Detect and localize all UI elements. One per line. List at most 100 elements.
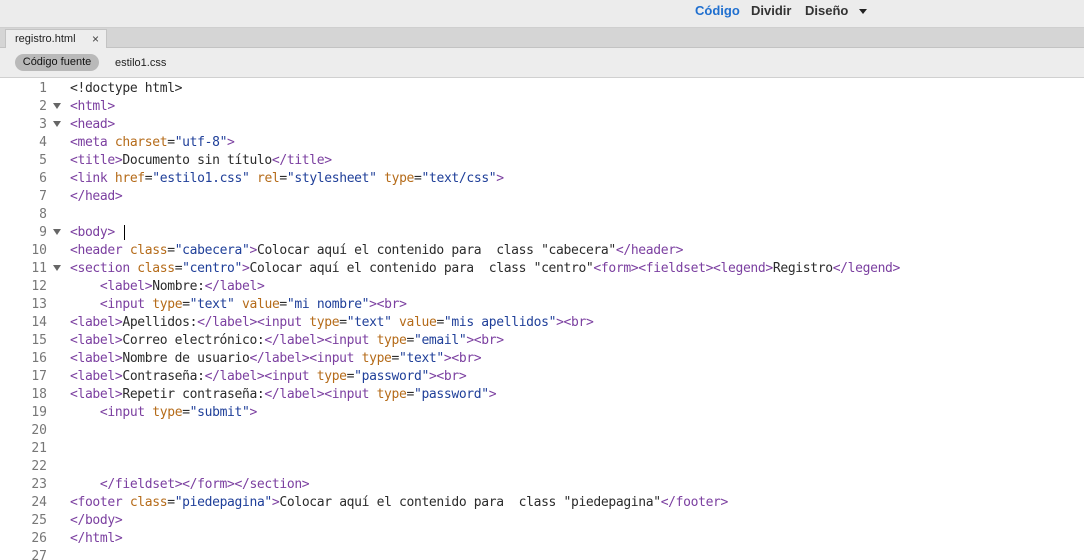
code-token: "text/css" bbox=[421, 171, 497, 186]
fold-toggle-icon[interactable] bbox=[53, 103, 61, 109]
code-line[interactable]: 3 <head> bbox=[0, 116, 1084, 134]
code-line[interactable]: 13 <input type="text" value="mi nombre">… bbox=[0, 296, 1084, 314]
view-toolbar: Código Dividir Diseño bbox=[0, 0, 1084, 28]
code-line[interactable]: 21 bbox=[0, 440, 1084, 458]
tab-registro-html[interactable]: registro.html × bbox=[5, 29, 107, 48]
code-token: = bbox=[182, 297, 190, 312]
code-token: "mis apellidos" bbox=[443, 315, 557, 330]
code-editor[interactable]: 1 <!doctype html> 2 <html> 3 <head> 4 <meta cha… bbox=[0, 80, 1084, 560]
code-token: "text" bbox=[399, 351, 444, 366]
code-line[interactable]: 19 <input type="submit"> bbox=[0, 404, 1084, 422]
code-line[interactable]: 18 <label>Repetir contraseña:</label><inp… bbox=[0, 386, 1084, 404]
code-line[interactable]: 23 </fieldset></form></section> bbox=[0, 476, 1084, 494]
line-number: 27 bbox=[31, 549, 47, 560]
code-token: </label><input bbox=[249, 351, 362, 366]
fold-toggle-icon[interactable] bbox=[53, 229, 61, 235]
code-token: = bbox=[339, 315, 347, 330]
code-token: = bbox=[167, 243, 175, 258]
code-token: <link bbox=[70, 171, 115, 186]
line-number: 23 bbox=[31, 477, 47, 492]
code-text: <section class="centro">Colocar aquí el … bbox=[70, 260, 900, 278]
code-line[interactable]: 25 </body> bbox=[0, 512, 1084, 530]
code-text: <head> bbox=[70, 116, 115, 134]
code-token: Colocar aquí el contenido para class "ce… bbox=[249, 261, 594, 276]
line-number: 6 bbox=[39, 171, 47, 186]
related-files-bar: Código fuente estilo1.css bbox=[0, 48, 1084, 78]
code-token: <meta bbox=[70, 135, 115, 150]
code-token: type bbox=[361, 351, 392, 366]
code-line[interactable]: 27 bbox=[0, 548, 1084, 560]
code-token: Nombre: bbox=[152, 279, 205, 294]
line-number: 11 bbox=[31, 261, 47, 276]
code-token: "password" bbox=[354, 369, 429, 384]
code-token: = bbox=[167, 135, 175, 150]
code-token: href bbox=[114, 171, 145, 186]
code-token: <label> bbox=[70, 369, 123, 384]
code-token: </label><input bbox=[204, 369, 317, 384]
code-line[interactable]: 8 bbox=[0, 206, 1084, 224]
split-view-button[interactable]: Dividir bbox=[751, 3, 791, 18]
line-number: 22 bbox=[31, 459, 47, 474]
code-token: Apellidos: bbox=[122, 315, 198, 330]
code-token: > bbox=[249, 405, 258, 420]
code-token: <label> bbox=[70, 351, 123, 366]
line-number: 4 bbox=[39, 135, 47, 150]
code-token: "text" bbox=[189, 297, 235, 312]
line-number: 8 bbox=[39, 207, 47, 222]
code-token: "centro" bbox=[182, 261, 242, 276]
fold-toggle-icon[interactable] bbox=[53, 265, 61, 271]
code-line[interactable]: 12 <label>Nombre:</label> bbox=[0, 278, 1084, 296]
line-number: 1 bbox=[39, 81, 47, 96]
code-token: </html> bbox=[70, 531, 123, 546]
code-line[interactable]: 7 </head> bbox=[0, 188, 1084, 206]
related-file-estilo1-css[interactable]: estilo1.css bbox=[115, 57, 166, 69]
code-line[interactable]: 4 <meta charset="utf-8"> bbox=[0, 134, 1084, 152]
code-token: type bbox=[316, 369, 347, 384]
design-view-button[interactable]: Diseño bbox=[805, 3, 848, 18]
code-token: <header bbox=[70, 243, 130, 258]
code-token: Colocar aquí el contenido para class "pi… bbox=[279, 495, 661, 510]
code-line[interactable]: 14 <label>Apellidos:</label><input type="… bbox=[0, 314, 1084, 332]
line-number: 17 bbox=[31, 369, 47, 384]
code-token: Contraseña: bbox=[122, 369, 205, 384]
code-text: <input type="submit"> bbox=[70, 404, 257, 422]
code-line[interactable]: 15 <label>Correo electrónico:</label><inp… bbox=[0, 332, 1084, 350]
code-token: type bbox=[384, 171, 415, 186]
code-text: <html> bbox=[70, 98, 115, 116]
fold-toggle-icon[interactable] bbox=[53, 121, 61, 127]
code-token: </legend> bbox=[832, 261, 901, 276]
code-line[interactable]: 6 <link href="estilo1.css" rel="styleshee… bbox=[0, 170, 1084, 188]
code-token: <!doctype html> bbox=[70, 81, 183, 96]
line-number: 15 bbox=[31, 333, 47, 348]
code-token: "piedepagina" bbox=[174, 495, 273, 510]
code-line[interactable]: 1 <!doctype html> bbox=[0, 80, 1084, 98]
code-token: "cabecera" bbox=[174, 243, 250, 258]
code-token: charset bbox=[114, 135, 168, 150]
code-token: "text" bbox=[346, 315, 392, 330]
code-line[interactable]: 5 <title>Documento sin título</title> bbox=[0, 152, 1084, 170]
code-line[interactable]: 2 <html> bbox=[0, 98, 1084, 116]
code-text: </html> bbox=[70, 530, 123, 548]
code-line[interactable]: 16 <label>Nombre de usuario</label><input… bbox=[0, 350, 1084, 368]
code-line[interactable]: 20 bbox=[0, 422, 1084, 440]
close-icon[interactable]: × bbox=[92, 32, 99, 46]
code-line[interactable]: 24 <footer class="piedepagina">Colocar aq… bbox=[0, 494, 1084, 512]
code-line[interactable]: 11 <section class="centro">Colocar aquí e… bbox=[0, 260, 1084, 278]
code-line[interactable]: 17 <label>Contraseña:</label><input type=… bbox=[0, 368, 1084, 386]
code-token: Repetir contraseña: bbox=[122, 387, 265, 402]
code-token: = bbox=[182, 405, 190, 420]
code-line[interactable]: 26 </html> bbox=[0, 530, 1084, 548]
code-view-button[interactable]: Código bbox=[695, 3, 740, 18]
code-token: > bbox=[496, 171, 504, 186]
line-number: 19 bbox=[31, 405, 47, 420]
code-line[interactable]: 10 <header class="cabecera">Colocar aquí … bbox=[0, 242, 1084, 260]
code-token: class bbox=[137, 261, 175, 276]
code-line[interactable]: 9 <body> bbox=[0, 224, 1084, 242]
code-token: ><br> bbox=[428, 369, 467, 384]
code-line[interactable]: 22 bbox=[0, 458, 1084, 476]
code-token: <label> bbox=[70, 387, 123, 402]
source-code-button[interactable]: Código fuente bbox=[15, 54, 99, 71]
chevron-down-icon[interactable] bbox=[859, 9, 867, 14]
